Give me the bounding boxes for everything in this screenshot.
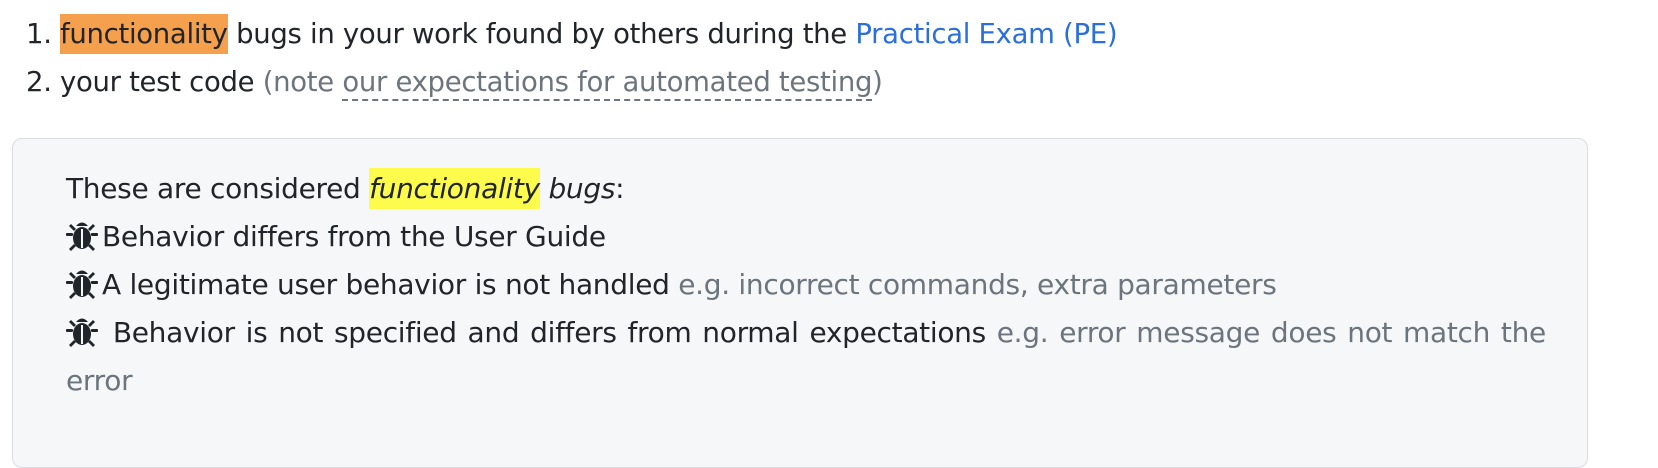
box-intro: These are considered functionality bugs: xyxy=(66,165,1546,213)
list-item: 2. your test code (note our expectations … xyxy=(0,58,1600,106)
list-number: 1. xyxy=(26,18,52,50)
bug-icon xyxy=(66,266,98,300)
list-item-text: bugs in your work found by others during… xyxy=(227,18,856,50)
bug-text: Behavior is not specified and differs fr… xyxy=(112,316,986,349)
note-close: ) xyxy=(872,66,883,98)
bug-item: Behavior differs from the User Guide xyxy=(66,213,1546,261)
practical-exam-link[interactable]: Practical Exam (PE) xyxy=(855,18,1117,50)
box-content: These are considered functionality bugs:… xyxy=(66,165,1546,405)
list-item: 1. functionality bugs in your work found … xyxy=(0,10,1600,58)
list-item-text: your test code xyxy=(60,66,263,98)
bug-text: A legitimate user behavior is not handle… xyxy=(102,268,670,301)
bug-item: Behavior is not specified and differs fr… xyxy=(66,309,1546,405)
intro-highlight: functionality xyxy=(369,168,540,209)
bug-item: A legitimate user behavior is not handle… xyxy=(66,261,1546,309)
intro-colon: : xyxy=(615,172,625,205)
note-open: (note xyxy=(262,66,343,98)
intro-prefix: These are considered xyxy=(66,172,370,205)
criteria-list: 1. functionality bugs in your work found … xyxy=(0,10,1600,106)
intro-suffix: bugs xyxy=(539,172,616,205)
bug-example: e.g. incorrect commands, extra parameter… xyxy=(678,268,1277,301)
bug-icon xyxy=(66,218,98,252)
functionality-bugs-box: These are considered functionality bugs:… xyxy=(12,138,1588,468)
bug-icon xyxy=(66,314,98,348)
automated-testing-expectations-tooltip[interactable]: our expectations for automated testing xyxy=(342,66,872,101)
bug-text: Behavior differs from the User Guide xyxy=(102,220,606,253)
functionality-highlight: functionality xyxy=(60,14,228,54)
list-number: 2. xyxy=(26,66,52,98)
